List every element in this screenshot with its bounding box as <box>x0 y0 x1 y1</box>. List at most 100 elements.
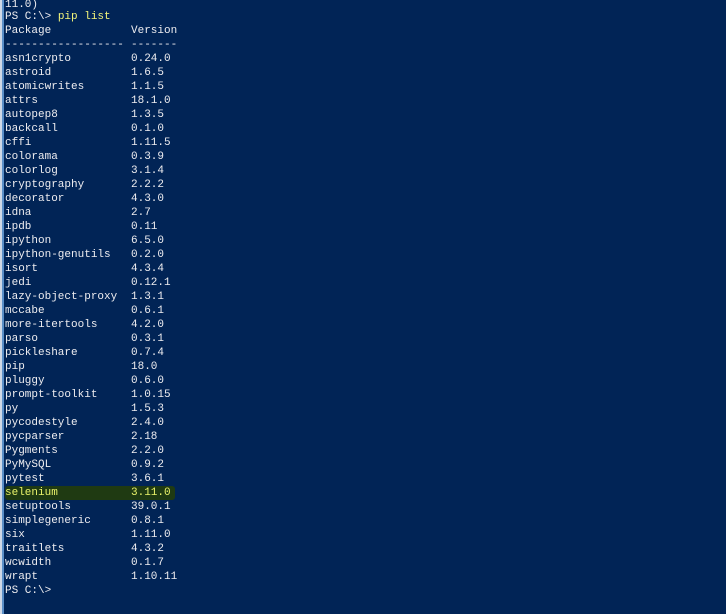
package-name: pycodestyle <box>5 417 78 429</box>
table-row: isort 4.3.4 <box>5 262 726 276</box>
package-name: asn1crypto <box>5 53 72 65</box>
table-row: asn1crypto 0.24.0 <box>5 52 726 66</box>
package-name: pycparser <box>5 431 65 443</box>
package-version: 18.0 <box>131 361 158 373</box>
header-package: Package <box>5 25 52 37</box>
table-row: pycodestyle 2.4.0 <box>5 416 726 430</box>
table-row: Pygments 2.2.0 <box>5 444 726 458</box>
package-name: ipython-genutils <box>5 249 111 261</box>
package-name: pip <box>5 361 25 373</box>
table-row: py 1.5.3 <box>5 402 726 416</box>
package-version: 1.5.3 <box>131 403 165 415</box>
package-version: 1.10.11 <box>131 571 178 583</box>
package-name: Pygments <box>5 445 58 457</box>
package-list: asn1crypto 0.24.0 astroid 1.6.5 atomicwrites… <box>5 52 726 584</box>
package-name: pytest <box>5 473 45 485</box>
table-row: backcall 0.1.0 <box>5 122 726 136</box>
table-row: attrs 18.1.0 <box>5 94 726 108</box>
table-row: pycparser 2.18 <box>5 430 726 444</box>
package-name: parso <box>5 333 39 345</box>
package-name: pluggy <box>5 375 45 387</box>
package-name: autopep8 <box>5 109 58 121</box>
table-row: ipython-genutils 0.2.0 <box>5 248 726 262</box>
package-version: 4.3.2 <box>131 543 165 555</box>
prompt: PS C:\> <box>5 11 58 23</box>
package-version: 1.6.5 <box>131 67 165 79</box>
package-name: ipdb <box>5 221 32 233</box>
package-name: mccabe <box>5 305 45 317</box>
package-name: py <box>5 403 19 415</box>
package-version: 0.6.0 <box>131 375 165 387</box>
package-name: pickleshare <box>5 347 78 359</box>
package-name: six <box>5 529 25 541</box>
table-row: pickleshare 0.7.4 <box>5 346 726 360</box>
package-name: more-itertools <box>5 319 98 331</box>
package-version: 1.3.5 <box>131 109 165 121</box>
package-version: 2.2.2 <box>131 179 165 191</box>
table-row: autopep8 1.3.5 <box>5 108 726 122</box>
package-version: 4.2.0 <box>131 319 165 331</box>
package-name: wcwidth <box>5 557 52 569</box>
package-name: wrapt <box>5 571 39 583</box>
package-version: 1.1.5 <box>131 81 165 93</box>
package-name: jedi <box>5 277 32 289</box>
table-row: ipdb 0.11 <box>5 220 726 234</box>
table-row: jedi 0.12.1 <box>5 276 726 290</box>
package-name: prompt-toolkit <box>5 389 98 401</box>
table-separator: ------------------ ------- <box>5 38 726 52</box>
package-version: 2.2.0 <box>131 445 165 457</box>
package-version: 4.3.0 <box>131 193 165 205</box>
table-row: cryptography 2.2.2 <box>5 178 726 192</box>
package-version: 1.3.1 <box>131 291 165 303</box>
table-row: traitlets 4.3.2 <box>5 542 726 556</box>
package-version: 6.5.0 <box>131 235 165 247</box>
package-name: colorama <box>5 151 58 163</box>
package-version: 0.24.0 <box>131 53 171 65</box>
package-name: idna <box>5 207 32 219</box>
package-name: ipython <box>5 235 52 247</box>
table-row: simplegeneric 0.8.1 <box>5 514 726 528</box>
package-name: attrs <box>5 95 39 107</box>
header-version: Version <box>131 25 178 37</box>
package-version: 4.3.4 <box>131 263 165 275</box>
package-version: 3.1.4 <box>131 165 165 177</box>
separator-version: ------- <box>131 39 178 51</box>
table-row: pytest 3.6.1 <box>5 472 726 486</box>
package-name: decorator <box>5 193 65 205</box>
table-row: PyMySQL 0.9.2 <box>5 458 726 472</box>
package-name: selenium <box>5 487 58 499</box>
table-row: atomicwrites 1.1.5 <box>5 80 726 94</box>
separator-package: ------------------ <box>5 39 124 51</box>
package-version: 0.9.2 <box>131 459 165 471</box>
table-row: ipython 6.5.0 <box>5 234 726 248</box>
table-row: cffi 1.11.5 <box>5 136 726 150</box>
table-row: pip 18.0 <box>5 360 726 374</box>
powershell-terminal[interactable]: 11.0) PS C:\> pip list Package Version --… <box>5 0 726 598</box>
package-version: 0.1.7 <box>131 557 165 569</box>
package-version: 0.8.1 <box>131 515 165 527</box>
package-name: cryptography <box>5 179 85 191</box>
table-row: idna 2.7 <box>5 206 726 220</box>
package-version: 39.0.1 <box>131 501 171 513</box>
package-name: lazy-object-proxy <box>5 291 118 303</box>
prior-output: 11.0) <box>5 0 39 11</box>
package-version: 3.6.1 <box>131 473 165 485</box>
package-name: cffi <box>5 137 32 149</box>
table-row: wrapt 1.10.11 <box>5 570 726 584</box>
table-row: colorama 0.3.9 <box>5 150 726 164</box>
table-row: parso 0.3.1 <box>5 332 726 346</box>
package-version: 3.11.0 <box>131 487 171 499</box>
package-version: 0.3.9 <box>131 151 165 163</box>
package-version: 1.11.5 <box>131 137 171 149</box>
table-header: Package Version <box>5 24 726 38</box>
package-name: isort <box>5 263 39 275</box>
package-name: PyMySQL <box>5 459 52 471</box>
table-row: prompt-toolkit 1.0.15 <box>5 388 726 402</box>
package-name: setuptools <box>5 501 72 513</box>
package-name: colorlog <box>5 165 58 177</box>
package-version: 18.1.0 <box>131 95 171 107</box>
package-version: 0.11 <box>131 221 158 233</box>
table-row: astroid 1.6.5 <box>5 66 726 80</box>
highlight-marker: selenium 3.11.0 <box>5 486 175 500</box>
final-prompt[interactable]: PS C:\> <box>5 584 726 598</box>
